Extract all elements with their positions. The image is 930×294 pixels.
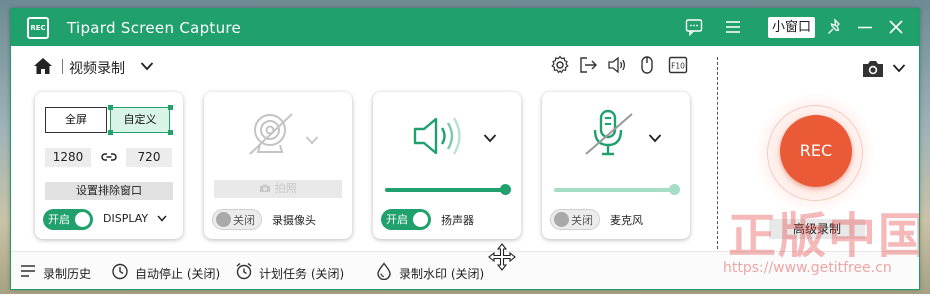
exclude-window-button[interactable]: 设置排除窗口 <box>45 182 173 200</box>
schedule-task-link[interactable]: 计划任务 (关闭) <box>259 265 344 282</box>
app-logo: REC <box>27 17 49 39</box>
record-watermark-link[interactable]: 录制水印 (关闭) <box>399 265 484 282</box>
svg-text:F10: F10 <box>671 62 685 71</box>
webcam-disabled-icon[interactable] <box>246 110 298 160</box>
camera-icon <box>260 184 271 192</box>
schedule-alarm-icon[interactable] <box>235 262 253 280</box>
toggle-label: 开启 <box>48 213 70 226</box>
section-divider <box>717 57 718 249</box>
feedback-icon[interactable] <box>685 18 703 36</box>
mini-window-button[interactable]: 小窗口 <box>768 17 816 38</box>
width-input[interactable]: 1280 <box>45 148 91 167</box>
webcam-panel: 拍照 关闭 录摄像头 <box>204 92 352 239</box>
speaker-panel: 开启 扬声器 <box>373 92 521 239</box>
custom-region-button[interactable]: 自定义 <box>110 107 170 133</box>
auto-stop-link[interactable]: 自动停止 (关闭) <box>135 265 220 282</box>
resize-handle <box>168 130 173 135</box>
toggle-label: 关闭 <box>571 214 593 227</box>
mic-volume-track[interactable] <box>554 188 674 192</box>
toggle-label: 开启 <box>386 213 408 226</box>
overlay-watermark-text: 正版中国 <box>728 208 920 264</box>
chevron-down-icon[interactable] <box>648 133 662 143</box>
chevron-down-icon[interactable] <box>305 135 319 145</box>
full-screen-button[interactable]: 全屏 <box>45 107 107 133</box>
history-list-icon[interactable] <box>19 262 37 280</box>
mouse-icon[interactable] <box>637 55 657 75</box>
speaker-settings-icon[interactable] <box>607 55 627 75</box>
take-photo-button[interactable]: 拍照 <box>214 180 342 198</box>
hotkey-f10-icon[interactable]: F10 <box>668 55 688 75</box>
export-icon[interactable] <box>578 55 598 75</box>
microphone-muted-icon[interactable] <box>582 108 638 160</box>
pin-icon[interactable] <box>826 18 844 36</box>
display-select[interactable]: DISPLAY <box>103 212 148 225</box>
resize-handle <box>108 105 113 110</box>
microphone-label: 麦克风 <box>610 214 643 227</box>
webcam-label: 录摄像头 <box>272 214 316 227</box>
rec-button[interactable]: REC <box>780 115 852 187</box>
menu-icon[interactable] <box>724 18 742 36</box>
move-cursor-icon <box>488 243 516 271</box>
toggle-knob <box>413 212 428 227</box>
display-toggle[interactable]: 开启 <box>43 209 93 230</box>
app-title: Tipard Screen Capture <box>67 19 242 37</box>
toggle-label: 关闭 <box>233 214 255 227</box>
settings-gear-icon[interactable] <box>550 55 570 75</box>
toggle-knob <box>554 212 569 227</box>
title-bar: REC Tipard Screen Capture 小窗口 <box>11 9 919 46</box>
resize-handle <box>168 105 173 110</box>
auto-stop-clock-icon[interactable] <box>111 262 129 280</box>
watermark-drop-icon[interactable] <box>375 262 393 280</box>
speaker-icon[interactable] <box>411 112 469 160</box>
speaker-label: 扬声器 <box>441 214 474 227</box>
chevron-down-icon[interactable] <box>892 63 906 73</box>
link-ratio-icon[interactable] <box>101 151 117 163</box>
overlay-watermark-url: https://www.getitfree.cn <box>723 260 892 276</box>
toggle-knob <box>75 212 90 227</box>
chevron-down-icon[interactable] <box>483 133 497 143</box>
speaker-toggle[interactable]: 开启 <box>381 209 431 230</box>
close-icon[interactable] <box>887 18 905 36</box>
microphone-panel: 关闭 麦克风 <box>542 92 690 239</box>
camera-snapshot-icon[interactable] <box>861 59 885 79</box>
speaker-volume-track[interactable] <box>385 188 505 192</box>
display-panel: 全屏 自定义 1280 720 设置排除窗口 开启 DISPLAY <box>35 92 183 239</box>
divider <box>62 59 63 74</box>
speaker-volume-thumb[interactable] <box>499 184 511 195</box>
chevron-down-icon[interactable] <box>140 61 154 71</box>
mode-label[interactable]: 视频录制 <box>69 58 125 78</box>
toggle-knob <box>216 212 231 227</box>
take-photo-label: 拍照 <box>274 182 297 195</box>
record-history-link[interactable]: 录制历史 <box>43 265 91 282</box>
height-input[interactable]: 720 <box>126 148 172 167</box>
home-icon[interactable] <box>33 57 53 75</box>
resize-handle <box>108 130 113 135</box>
mic-volume-thumb[interactable] <box>668 184 680 195</box>
minimize-icon[interactable] <box>856 18 874 36</box>
chevron-down-icon[interactable] <box>157 215 167 222</box>
webcam-toggle[interactable]: 关闭 <box>212 209 262 230</box>
microphone-toggle[interactable]: 关闭 <box>550 209 600 230</box>
app-window: REC Tipard Screen Capture 小窗口 视频录制 F10 全… <box>10 8 920 290</box>
